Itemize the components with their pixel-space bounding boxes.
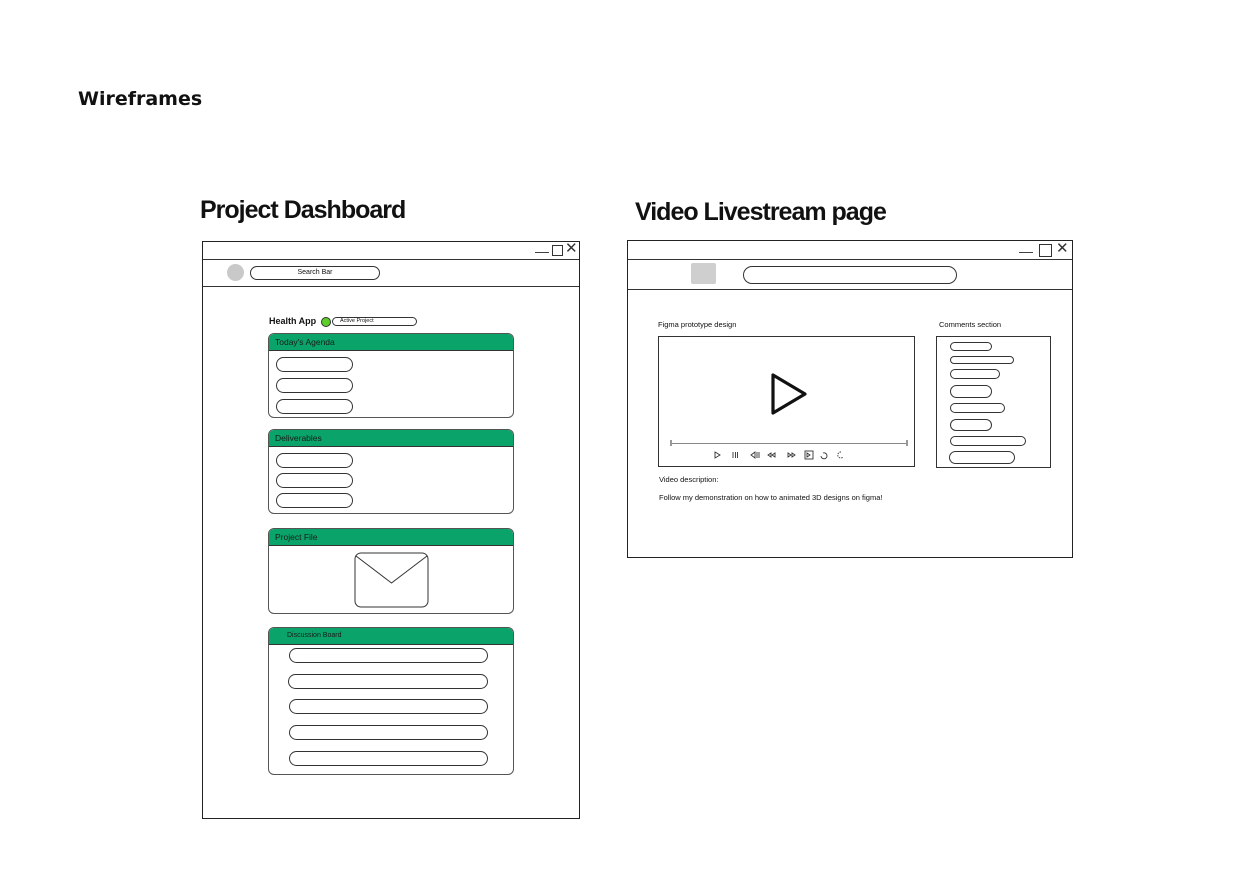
comment-item[interactable] xyxy=(950,369,1000,379)
rewind-icon xyxy=(767,452,776,458)
deliverables-card-header: Deliverables xyxy=(269,430,513,447)
video-label: Figma prototype design xyxy=(658,320,737,329)
play-icon xyxy=(714,451,721,459)
discussion-item[interactable] xyxy=(288,674,488,689)
header-divider xyxy=(628,289,1072,290)
replay-icon xyxy=(820,452,828,460)
search-placeholder: Search Bar xyxy=(297,269,333,276)
discussion-item[interactable] xyxy=(289,648,488,663)
agenda-item[interactable] xyxy=(276,399,353,414)
comment-item[interactable] xyxy=(950,385,992,398)
comment-item[interactable] xyxy=(950,403,1005,413)
pause-icon xyxy=(732,452,738,458)
play-icon[interactable] xyxy=(770,372,810,416)
page-heading: Wireframes xyxy=(78,88,203,110)
close-icon[interactable]: ✕ xyxy=(565,241,578,256)
deliverables-card: Deliverables xyxy=(268,429,514,514)
minimize-icon[interactable]: — xyxy=(535,244,549,258)
discussion-card-header: Discussion Board xyxy=(269,628,513,645)
player-controls xyxy=(714,450,844,460)
comment-input[interactable] xyxy=(949,451,1015,464)
maximize-icon[interactable] xyxy=(552,245,563,256)
deliverable-item[interactable] xyxy=(276,493,353,508)
search-input[interactable]: Search Bar xyxy=(250,266,380,280)
progress-track[interactable] xyxy=(671,443,908,444)
status-badge-label: Active Project xyxy=(340,318,374,324)
discussion-card: Discussion Board xyxy=(268,627,514,775)
deliverable-item[interactable] xyxy=(276,473,353,488)
video-description-label: Video description: xyxy=(659,475,719,484)
comment-item[interactable] xyxy=(950,419,992,431)
fast-forward-icon xyxy=(787,452,796,458)
titlebar-divider xyxy=(628,259,1072,260)
project-name: Health App xyxy=(269,316,317,326)
livestream-title: Video Livestream page xyxy=(635,198,887,226)
search-input[interactable] xyxy=(743,266,957,284)
agenda-item[interactable] xyxy=(276,357,353,372)
skip-forward-icon xyxy=(804,450,814,460)
deliverable-item[interactable] xyxy=(276,453,353,468)
livestream-window: — ✕ Figma prototype design Comments sect… xyxy=(627,240,1073,558)
agenda-item[interactable] xyxy=(276,378,353,393)
loading-icon xyxy=(837,451,844,459)
dashboard-title: Project Dashboard xyxy=(200,196,406,224)
header-divider xyxy=(203,286,579,287)
maximize-icon[interactable] xyxy=(1039,244,1052,257)
comment-item[interactable] xyxy=(950,342,992,351)
discussion-item[interactable] xyxy=(289,725,488,740)
project-file-card-header: Project File xyxy=(269,529,513,546)
skip-back-icon xyxy=(750,451,760,459)
agenda-card: Today's Agenda xyxy=(268,333,514,418)
agenda-card-header: Today's Agenda xyxy=(269,334,513,351)
comment-item[interactable] xyxy=(950,436,1026,446)
comments-panel xyxy=(936,336,1051,468)
titlebar-divider xyxy=(203,259,579,260)
comments-label: Comments section xyxy=(939,320,1002,329)
discussion-item[interactable] xyxy=(289,751,488,766)
video-player[interactable] xyxy=(658,336,915,467)
progress-start-handle[interactable] xyxy=(670,440,672,446)
logo-placeholder[interactable] xyxy=(691,263,716,284)
comment-item[interactable] xyxy=(950,356,1014,364)
dashboard-window: — ✕ Search Bar Health App Active Project… xyxy=(202,241,580,819)
envelope-icon[interactable] xyxy=(354,552,430,609)
status-badge: Active Project xyxy=(332,317,417,326)
avatar[interactable] xyxy=(227,264,244,281)
progress-end-handle[interactable] xyxy=(906,440,908,446)
project-file-card: Project File xyxy=(268,528,514,614)
close-icon[interactable]: ✕ xyxy=(1056,241,1069,256)
video-description-text: Follow my demonstration on how to animat… xyxy=(659,493,883,502)
discussion-item[interactable] xyxy=(289,699,488,714)
status-dot xyxy=(321,317,331,327)
minimize-icon[interactable]: — xyxy=(1019,244,1033,258)
